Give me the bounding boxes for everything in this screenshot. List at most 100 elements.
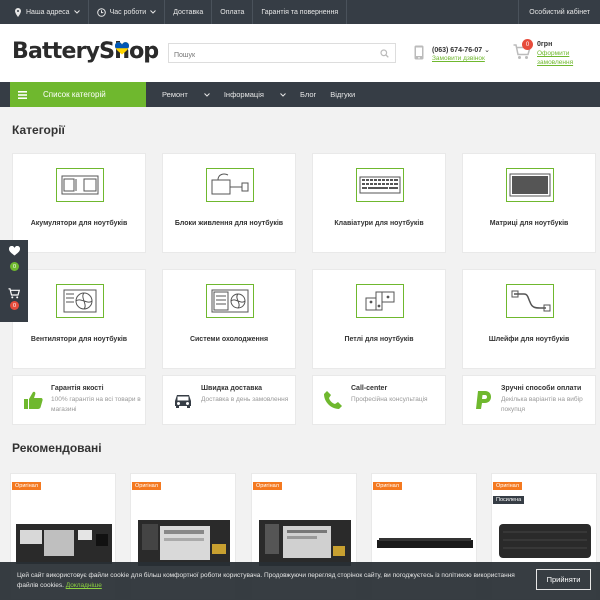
topbar-hours-label: Час роботи [109,8,147,16]
wishlist-count-badge: 0 [10,262,19,271]
feature-title: Швидка доставка [201,385,262,392]
product-battery-image [16,524,112,564]
category-label: Блоки живлення для ноутбуків [174,220,284,227]
site-header: BatteryShop (063) 674-76-07 ⌄ Замовити д… [0,24,600,82]
reinforced-tag: Посилена [493,496,525,504]
main-content: Категорії Акумулятори для ноутбуків Блок… [0,107,600,600]
feature-title: Зручні способи оплати [501,385,582,392]
category-label: Системи охолодження [189,336,269,343]
feature-desc: Декілька варіантів на вибір покупця [501,396,583,413]
nav-item-info[interactable]: Інформація [224,90,286,99]
clock-icon [96,7,106,17]
thumbs-up-icon [24,391,43,409]
recommended-heading: Рекомендовані [12,441,102,455]
payment-icon [476,391,491,409]
feature-callcenter: Call-center Професійна консультація [312,375,446,425]
wishlist-button[interactable] [0,240,28,280]
cookie-more-link[interactable]: Докладніше [66,582,102,589]
category-label: Клавіатури для ноутбуків [334,220,424,227]
category-label: Шлейфи для ноутбуків [488,336,570,343]
nav-item-repair[interactable]: Ремонт [162,90,210,99]
cookie-accept-button[interactable]: Прийняти [536,569,591,590]
ukraine-flag-heart-icon [115,42,130,55]
category-card-hinges[interactable]: Петлі для ноутбуків [312,269,446,369]
nav-item-reviews[interactable]: Відгуки [330,90,355,99]
chevron-down-icon [280,93,286,97]
category-card-power-adapters[interactable]: Блоки живлення для ноутбуків [162,153,296,253]
catalog-button[interactable]: Список категорій [10,82,146,107]
location-pin-icon [15,7,21,17]
topbar-hours[interactable]: Час роботи [89,0,166,24]
topbar-link-account[interactable]: Особистий кабінет [518,0,600,24]
feature-delivery: Швидка доставка Доставка в день замовлен… [162,375,296,425]
keyboard-icon [356,168,404,202]
main-nav: Список категорій Ремонт Інформація Блог … [0,82,600,107]
search-box [168,43,396,65]
fan-icon [56,284,104,318]
cooling-system-icon [206,284,254,318]
feature-desc: Професійна консультація [351,396,428,403]
topbar-delivery-label: Доставка [173,8,204,16]
category-label: Петлі для ноутбуків [344,336,414,343]
feature-desc: Доставка в день замовлення [201,396,289,403]
car-icon [175,395,191,408]
category-card-fans[interactable]: Вентилятори для ноутбуків [12,269,146,369]
product-battery-image [499,524,591,558]
hinge-icon [356,284,404,318]
cookie-banner: Цей сайт використовує файли cookie для б… [0,562,600,600]
logo-text-accent: Shop [99,39,159,64]
search-button[interactable] [373,44,395,62]
category-card-keyboards[interactable]: Клавіатури для ноутбуків [312,153,446,253]
original-tag: Оригінал [12,482,41,490]
callback-link[interactable]: Замовити дзвінок [432,55,485,62]
topbar-address-label: Наша адреса [26,8,70,16]
cart-icon [8,288,20,299]
cookie-text: Цей сайт використовує файли cookie для б… [17,572,515,589]
feature-title: Call-center [351,385,388,392]
topbar-link-delivery[interactable]: Доставка [165,0,213,24]
category-card-batteries[interactable]: Акумулятори для ноутбуків [12,153,146,253]
category-card-cables[interactable]: Шлейфи для ноутбуків [462,269,596,369]
feature-title: Гарантія якості [51,385,104,392]
topbar-payment-label: Оплата [220,8,245,16]
topbar-warranty-label: Гарантія та повернення [261,8,339,16]
feature-payment: Зручні способи оплати Декілька варіантів… [462,375,596,425]
search-input[interactable] [169,46,369,65]
product-battery-image [377,538,473,548]
product-battery-image [259,520,351,566]
cart-count-badge: 0 [522,39,533,50]
categories-heading: Категорії [12,123,65,137]
logo-text-main: Battery [12,39,100,64]
category-card-matrices[interactable]: Матриці для ноутбуків [462,153,596,253]
mobile-phone-icon [414,45,424,60]
feature-desc: 100% гарантія на всі товари в магазині [51,396,141,413]
feature-quality: Гарантія якості 100% гарантія на всі тов… [12,375,146,425]
heart-icon [8,246,20,256]
phone-number[interactable]: (063) 674-76-07 ⌄ [432,46,490,54]
cart-sum: 0грн [537,41,553,48]
chevron-down-icon [203,93,210,97]
category-label: Акумулятори для ноутбуків [30,220,128,227]
nav-item-blog[interactable]: Блог [300,90,316,99]
original-tag: Оригінал [493,482,522,490]
logo[interactable]: BatteryShop [12,39,159,64]
side-widget: 0 0 [0,240,28,322]
product-battery-image [138,520,230,566]
phone-icon [324,391,342,409]
side-cart-count-badge: 0 [10,301,19,310]
category-card-cooling[interactable]: Системи охолодження [162,269,296,369]
topbar-link-warranty[interactable]: Гарантія та повернення [253,0,348,24]
topbar-link-payment[interactable]: Оплата [212,0,254,24]
original-tag: Оригінал [132,482,161,490]
hamburger-icon [18,90,27,99]
power-adapter-icon [206,168,254,202]
category-label: Матриці для ноутбуків [489,220,569,227]
chevron-down-icon [150,10,157,14]
catalog-button-label: Список категорій [43,90,106,99]
checkout-link[interactable]: Оформити замовлення [537,49,587,67]
display-matrix-icon [506,168,554,202]
chevron-down-icon [73,10,80,14]
topbar-address[interactable]: Наша адреса [0,0,89,24]
battery-icon [56,168,104,202]
topbar-account-label: Особистий кабінет [529,8,590,16]
